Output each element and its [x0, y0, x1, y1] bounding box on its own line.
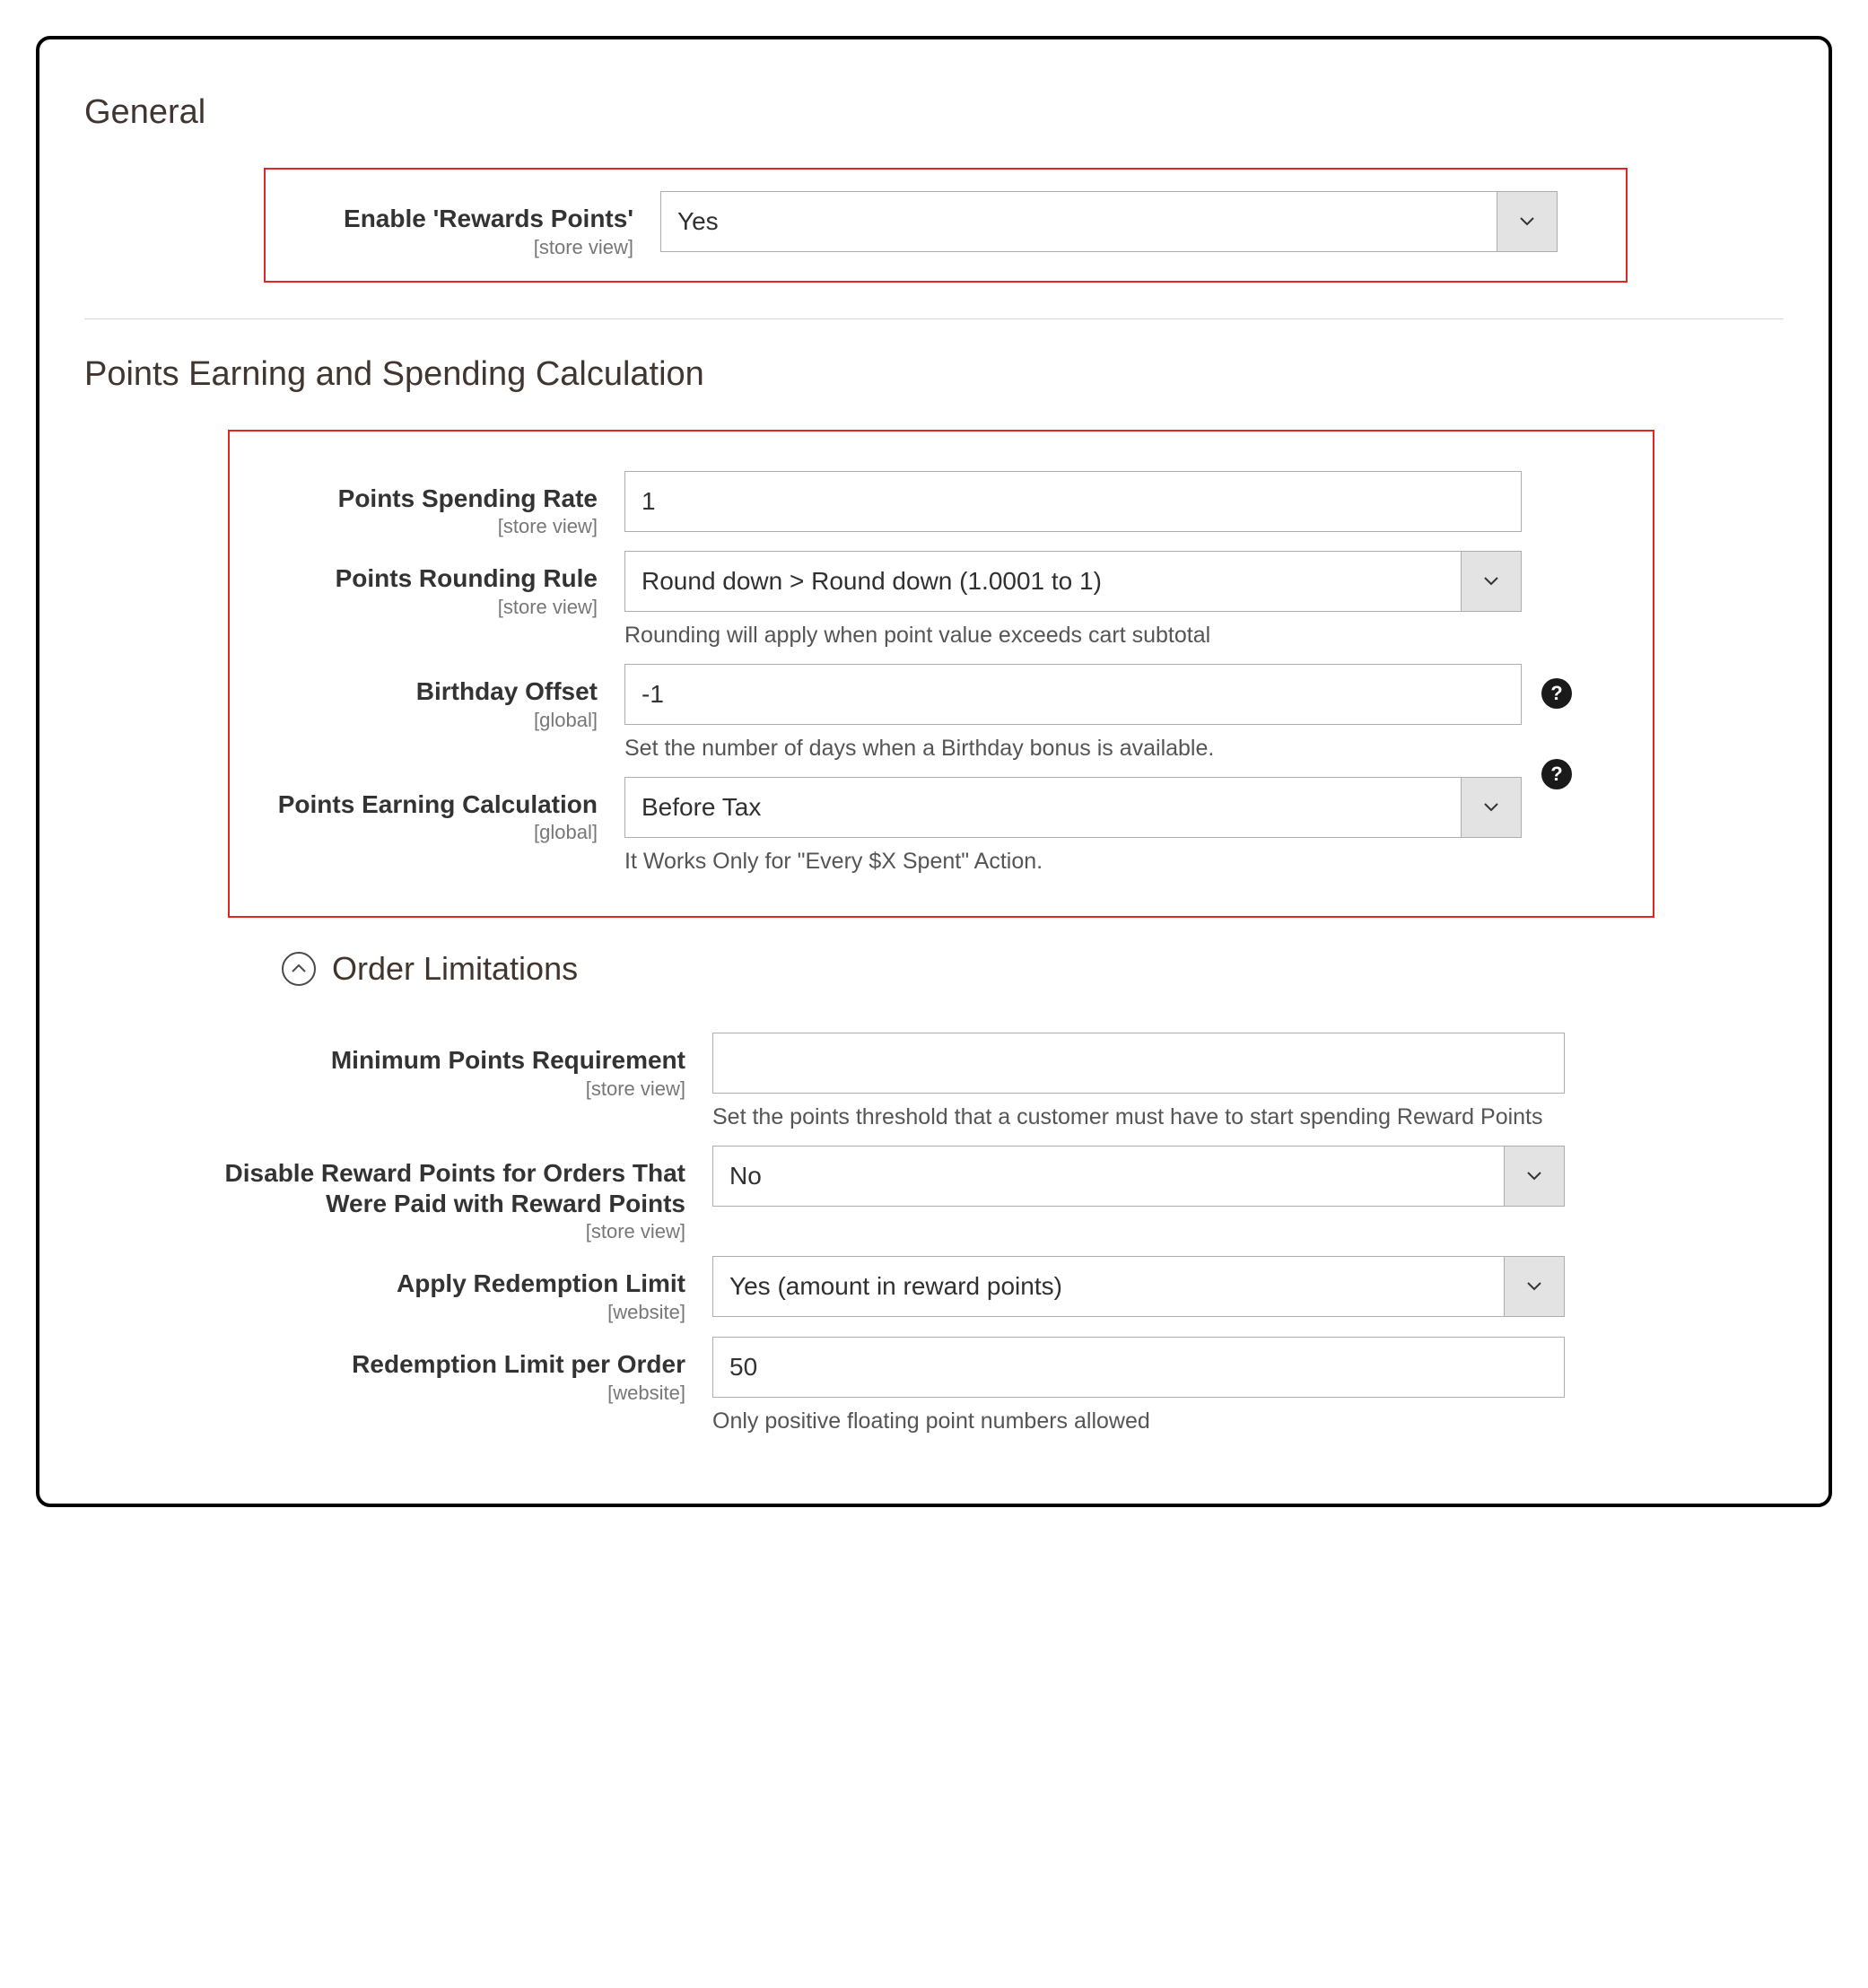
- earning-calculation-select[interactable]: Before Tax: [624, 777, 1522, 838]
- order-limitations-header: Order Limitations: [282, 950, 1784, 988]
- spending-rate-input[interactable]: [624, 471, 1522, 532]
- apply-redemption-limit-select[interactable]: Yes (amount in reward points): [712, 1256, 1565, 1317]
- field-enable-rewards: Enable 'Rewards Points' [store view] Yes: [266, 191, 1608, 259]
- help-icon[interactable]: ?: [1541, 759, 1572, 789]
- earning-calculation-value: Before Tax: [624, 777, 1522, 838]
- enable-rewards-label-col: Enable 'Rewards Points' [store view]: [266, 191, 660, 259]
- order-limitations-title: Order Limitations: [332, 950, 578, 988]
- rounding-rule-select[interactable]: Round down > Round down (1.0001 to 1): [624, 551, 1522, 612]
- birthday-offset-label-col: Birthday Offset [global]: [230, 664, 624, 732]
- collapse-toggle[interactable]: [282, 952, 316, 986]
- enable-rewards-select[interactable]: Yes: [660, 191, 1558, 252]
- rounding-rule-note: Rounding will apply when point value exc…: [624, 621, 1522, 651]
- birthday-offset-scope: [global]: [230, 709, 598, 732]
- field-disable-reward: Disable Reward Points for Orders That We…: [192, 1146, 1784, 1243]
- chevron-down-icon: [1504, 1256, 1565, 1317]
- spending-rate-label: Points Spending Rate: [230, 484, 598, 514]
- min-points-label: Minimum Points Requirement: [192, 1045, 685, 1076]
- field-spending-rate: Points Spending Rate [store view]: [230, 471, 1635, 539]
- redemption-per-order-label-col: Redemption Limit per Order [website]: [192, 1337, 712, 1405]
- general-highlight-box: Enable 'Rewards Points' [store view] Yes: [264, 168, 1628, 283]
- calc-highlight-box: Points Spending Rate [store view] Points…: [228, 430, 1654, 919]
- disable-reward-value: No: [712, 1146, 1565, 1207]
- min-points-note: Set the points threshold that a customer…: [712, 1103, 1565, 1133]
- field-apply-redemption-limit: Apply Redemption Limit [website] Yes (am…: [192, 1256, 1784, 1324]
- birthday-offset-input[interactable]: [624, 664, 1522, 725]
- disable-reward-select[interactable]: No: [712, 1146, 1565, 1207]
- calc-section-title: Points Earning and Spending Calculation: [84, 355, 1784, 394]
- chevron-down-icon: [1461, 551, 1522, 612]
- field-earning-calculation: Points Earning Calculation [global] Befo…: [230, 777, 1635, 877]
- birthday-offset-label: Birthday Offset: [230, 676, 598, 707]
- disable-reward-label: Disable Reward Points for Orders That We…: [192, 1158, 685, 1218]
- redemption-per-order-note: Only positive floating point numbers all…: [712, 1407, 1565, 1437]
- section-divider: [84, 318, 1784, 319]
- earning-calculation-label: Points Earning Calculation: [230, 789, 598, 820]
- apply-redemption-limit-value: Yes (amount in reward points): [712, 1256, 1565, 1317]
- earning-calculation-label-col: Points Earning Calculation [global]: [230, 777, 624, 845]
- rounding-rule-value: Round down > Round down (1.0001 to 1): [624, 551, 1522, 612]
- apply-redemption-limit-scope: [website]: [192, 1301, 685, 1324]
- redemption-per-order-label: Redemption Limit per Order: [192, 1349, 685, 1380]
- disable-reward-label-col: Disable Reward Points for Orders That We…: [192, 1146, 712, 1243]
- enable-rewards-label: Enable 'Rewards Points': [266, 204, 633, 234]
- order-limitations-body: Minimum Points Requirement [store view] …: [192, 1033, 1784, 1436]
- birthday-offset-note: Set the number of days when a Birthday b…: [624, 734, 1522, 764]
- min-points-input[interactable]: [712, 1033, 1565, 1094]
- enable-rewards-scope: [store view]: [266, 236, 633, 259]
- settings-panel: General Enable 'Rewards Points' [store v…: [36, 36, 1832, 1507]
- chevron-down-icon: [1497, 191, 1558, 252]
- spending-rate-scope: [store view]: [230, 515, 598, 538]
- field-min-points: Minimum Points Requirement [store view] …: [192, 1033, 1784, 1133]
- earning-calculation-note: It Works Only for "Every $X Spent" Actio…: [624, 847, 1522, 877]
- earning-calculation-scope: [global]: [230, 821, 598, 844]
- chevron-down-icon: [1461, 777, 1522, 838]
- rounding-rule-label-col: Points Rounding Rule [store view]: [230, 551, 624, 619]
- enable-rewards-value: Yes: [660, 191, 1558, 252]
- redemption-per-order-input[interactable]: [712, 1337, 1565, 1398]
- rounding-rule-label: Points Rounding Rule: [230, 563, 598, 594]
- apply-redemption-limit-label: Apply Redemption Limit: [192, 1269, 685, 1299]
- spending-rate-label-col: Points Spending Rate [store view]: [230, 471, 624, 539]
- redemption-per-order-scope: [website]: [192, 1382, 685, 1405]
- field-rounding-rule: Points Rounding Rule [store view] Round …: [230, 551, 1635, 651]
- min-points-scope: [store view]: [192, 1077, 685, 1101]
- chevron-up-icon: [292, 964, 306, 973]
- apply-redemption-limit-label-col: Apply Redemption Limit [website]: [192, 1256, 712, 1324]
- help-icon[interactable]: ?: [1541, 678, 1572, 709]
- field-redemption-per-order: Redemption Limit per Order [website] Onl…: [192, 1337, 1784, 1437]
- field-birthday-offset: Birthday Offset [global] ? Set the numbe…: [230, 664, 1635, 764]
- disable-reward-scope: [store view]: [192, 1220, 685, 1243]
- min-points-label-col: Minimum Points Requirement [store view]: [192, 1033, 712, 1101]
- chevron-down-icon: [1504, 1146, 1565, 1207]
- general-section-title: General: [84, 93, 1784, 132]
- rounding-rule-scope: [store view]: [230, 596, 598, 619]
